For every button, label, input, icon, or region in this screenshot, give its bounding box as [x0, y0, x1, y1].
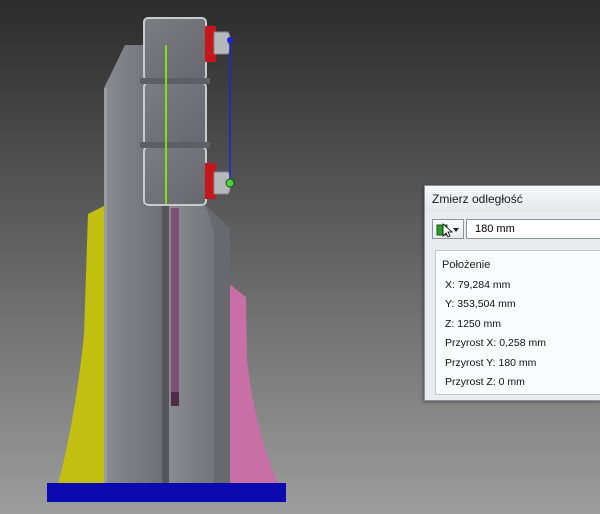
position-y: Y: 353,504 mm: [445, 298, 516, 310]
selection-mode-dropdown[interactable]: [432, 219, 464, 239]
profile-edge-highlight: [104, 88, 107, 487]
center-slot: [162, 206, 169, 487]
purple-rod: [171, 208, 179, 405]
delta-z: Przyrost Z: 0 mm: [445, 376, 525, 388]
position-x: X: 79,284 mm: [445, 279, 511, 291]
delta-y: Przyrost Y: 180 mm: [445, 357, 537, 369]
frame-joint: [140, 78, 210, 84]
position-section-title: Położenie: [442, 259, 491, 271]
position-z: Z: 1250 mm: [445, 318, 502, 330]
rod-end: [171, 392, 179, 406]
distance-value-field[interactable]: 180 mm: [466, 219, 600, 239]
measure-point-end[interactable]: [225, 178, 235, 188]
frame-box-top: [143, 17, 207, 81]
blue-base-plate: [47, 483, 286, 502]
wheel-top[interactable]: [213, 31, 231, 55]
frame-box-middle: [143, 82, 207, 146]
pink-side-panel: [228, 283, 278, 484]
position-panel: Położenie X: 79,284 mm Y: 353,504 mm Z: …: [435, 250, 600, 395]
frame-box-bottom: [143, 146, 207, 206]
measure-distance-dialog[interactable]: Zmierz odległość 180 mm Położenie X: 79,…: [424, 185, 600, 401]
yellow-side-panel: [58, 206, 104, 484]
dialog-title[interactable]: Zmierz odległość: [425, 186, 600, 212]
measure-point-start[interactable]: [227, 37, 233, 43]
select-arrow-icon: [436, 223, 454, 238]
chevron-down-icon: [453, 228, 459, 232]
delta-x: Przyrost X: 0,258 mm: [445, 337, 546, 349]
dialog-toolbar: 180 mm: [432, 219, 600, 243]
frame-joint: [140, 142, 210, 148]
